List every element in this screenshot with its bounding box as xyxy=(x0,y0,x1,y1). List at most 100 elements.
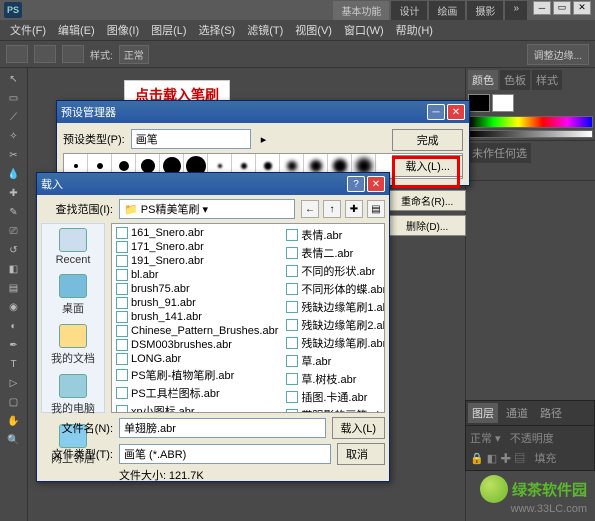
tab-layers[interactable]: 图层 xyxy=(468,403,498,423)
brush-tool[interactable]: ✎ xyxy=(2,203,26,221)
file-item[interactable]: xp小图标.abr xyxy=(114,402,280,413)
file-item[interactable]: 残缺边缘笔刷2.abr xyxy=(284,316,385,334)
eyedropper-tool[interactable]: 💧 xyxy=(2,165,26,183)
menu-layer[interactable]: 图层(L) xyxy=(145,20,192,40)
workspace-tab-basic[interactable]: 基本功能 xyxy=(333,1,389,20)
style-select[interactable]: 正常 xyxy=(119,45,149,64)
workspace-tab-design[interactable]: 设计 xyxy=(391,1,427,20)
heal-tool[interactable]: ✚ xyxy=(2,184,26,202)
path-tool[interactable]: ▷ xyxy=(2,374,26,392)
file-item[interactable]: DSM003brushes.abr xyxy=(114,338,280,352)
option-box-1[interactable] xyxy=(34,45,56,63)
file-item[interactable]: 草.abr xyxy=(284,352,385,370)
load-help-button[interactable]: ? xyxy=(347,176,365,192)
workspace-tab-paint[interactable]: 绘画 xyxy=(429,1,465,20)
load-close-button[interactable]: ✕ xyxy=(367,176,385,192)
place-documents[interactable]: 我的文档 xyxy=(51,324,95,366)
filename-field[interactable]: 单翅膀.abr xyxy=(119,418,326,438)
file-list[interactable]: 161_Snero.abr 171_Snero.abr 191_Snero.ab… xyxy=(111,223,385,413)
type-tool[interactable]: T xyxy=(2,355,26,373)
file-item[interactable]: Chinese_Pattern_Brushes.abr xyxy=(114,324,280,338)
lasso-tool[interactable]: ⟋ xyxy=(2,108,26,126)
marquee-tool[interactable]: ▭ xyxy=(2,89,26,107)
file-item[interactable]: 插图.卡通.abr xyxy=(284,388,385,406)
wand-tool[interactable]: ✧ xyxy=(2,127,26,145)
workspace-tab-more[interactable]: » xyxy=(505,1,527,20)
panel-tab-styles[interactable]: 样式 xyxy=(532,70,562,90)
refine-edge-button[interactable]: 调整边缘... xyxy=(527,44,589,65)
load-button[interactable]: 载入(L) xyxy=(332,417,385,439)
eraser-tool[interactable]: ◧ xyxy=(2,260,26,278)
back-icon[interactable]: ← xyxy=(301,200,319,218)
file-item[interactable]: brush75.abr xyxy=(114,282,280,296)
file-item[interactable]: 不同形体的蝶.abr xyxy=(284,280,385,298)
file-item[interactable]: PS工具栏图标.abr xyxy=(114,384,280,402)
preset-rename-button[interactable]: 重命名(R)... xyxy=(388,190,466,211)
menu-image[interactable]: 图像(I) xyxy=(101,20,145,40)
file-item[interactable]: 表情二.abr xyxy=(284,244,385,262)
newfolder-icon[interactable]: ✚ xyxy=(345,200,363,218)
tool-preview[interactable] xyxy=(6,45,28,63)
preset-delete-button[interactable]: 删除(D)... xyxy=(388,215,466,236)
file-item[interactable]: 161_Snero.abr xyxy=(114,226,280,240)
file-item[interactable]: 表情.abr xyxy=(284,226,385,244)
preset-done-button[interactable]: 完成 xyxy=(392,129,463,151)
window-minimize-button[interactable]: ─ xyxy=(533,1,551,15)
load-dialog: 载入 ? ✕ 查找范围(I): 📁 PS精美笔刷 ▾ ← ↑ ✚ ▤ Recen… xyxy=(36,172,390,482)
dodge-tool[interactable]: ◐ xyxy=(2,317,26,335)
file-item[interactable]: LONG.abr xyxy=(114,352,280,366)
hand-tool[interactable]: ✋ xyxy=(2,412,26,430)
cancel-button[interactable]: 取消 xyxy=(337,443,385,465)
preset-menu-icon[interactable]: ▸ xyxy=(261,133,267,146)
file-item[interactable]: PS笔刷-植物笔刷.abr xyxy=(114,366,280,384)
menu-help[interactable]: 帮助(H) xyxy=(390,20,439,40)
option-box-2[interactable] xyxy=(62,45,84,63)
file-item[interactable]: bl.abr xyxy=(114,268,280,282)
preset-type-select[interactable]: 画笔 xyxy=(131,129,251,149)
file-item[interactable]: 残缺边缘笔刷1.abr xyxy=(284,298,385,316)
foreground-color[interactable] xyxy=(468,94,490,112)
file-item[interactable]: brush_91.abr xyxy=(114,296,280,310)
tab-channels[interactable]: 通道 xyxy=(502,403,532,423)
panel-tab-color[interactable]: 颜色 xyxy=(468,70,498,90)
shape-tool[interactable]: ▢ xyxy=(2,393,26,411)
menu-filter[interactable]: 滤镜(T) xyxy=(241,20,289,40)
up-icon[interactable]: ↑ xyxy=(323,200,341,218)
lookin-select[interactable]: 📁 PS精美笔刷 ▾ xyxy=(119,199,295,219)
pen-tool[interactable]: ✒ xyxy=(2,336,26,354)
menu-view[interactable]: 视图(V) xyxy=(289,20,338,40)
file-item[interactable]: brush_141.abr xyxy=(114,310,280,324)
place-computer[interactable]: 我的电脑 xyxy=(51,374,95,416)
gradient-tool[interactable]: ▤ xyxy=(2,279,26,297)
panel-tab-swatches[interactable]: 色板 xyxy=(500,70,530,90)
viewmenu-icon[interactable]: ▤ xyxy=(367,200,385,218)
filetype-select[interactable]: 画笔 (*.ABR) xyxy=(119,444,331,464)
file-item[interactable]: 191_Snero.abr xyxy=(114,254,280,268)
move-tool[interactable]: ↖ xyxy=(2,70,26,88)
stamp-tool[interactable]: ⎚ xyxy=(2,222,26,240)
zoom-tool[interactable]: 🔍 xyxy=(2,431,26,449)
workspace-tab-photo[interactable]: 摄影 xyxy=(467,1,503,20)
menu-file[interactable]: 文件(F) xyxy=(4,20,52,40)
preset-help-button[interactable]: ─ xyxy=(427,104,445,120)
file-item[interactable]: 171_Snero.abr xyxy=(114,240,280,254)
history-brush-tool[interactable]: ↺ xyxy=(2,241,26,259)
menu-edit[interactable]: 编辑(E) xyxy=(52,20,101,40)
file-item[interactable]: 草.树枝.abr xyxy=(284,370,385,388)
menu-select[interactable]: 选择(S) xyxy=(193,20,242,40)
color-ramp[interactable] xyxy=(468,116,593,128)
blur-tool[interactable]: ◉ xyxy=(2,298,26,316)
place-recent[interactable]: Recent xyxy=(56,228,91,266)
crop-tool[interactable]: ✂ xyxy=(2,146,26,164)
background-color[interactable] xyxy=(492,94,514,112)
window-close-button[interactable]: ✕ xyxy=(573,1,591,15)
preset-close-button[interactable]: ✕ xyxy=(447,104,465,120)
menu-window[interactable]: 窗口(W) xyxy=(338,20,390,40)
file-item[interactable]: 带阴影的画笔.abr xyxy=(284,406,385,413)
window-maximize-button[interactable]: ▭ xyxy=(553,1,571,15)
file-item[interactable]: 不同的形状.abr xyxy=(284,262,385,280)
tab-paths[interactable]: 路径 xyxy=(536,403,566,423)
place-desktop[interactable]: 桌面 xyxy=(59,274,87,316)
file-item[interactable]: 残缺边缘笔刷.abr xyxy=(284,334,385,352)
grayscale-ramp[interactable] xyxy=(468,130,593,138)
